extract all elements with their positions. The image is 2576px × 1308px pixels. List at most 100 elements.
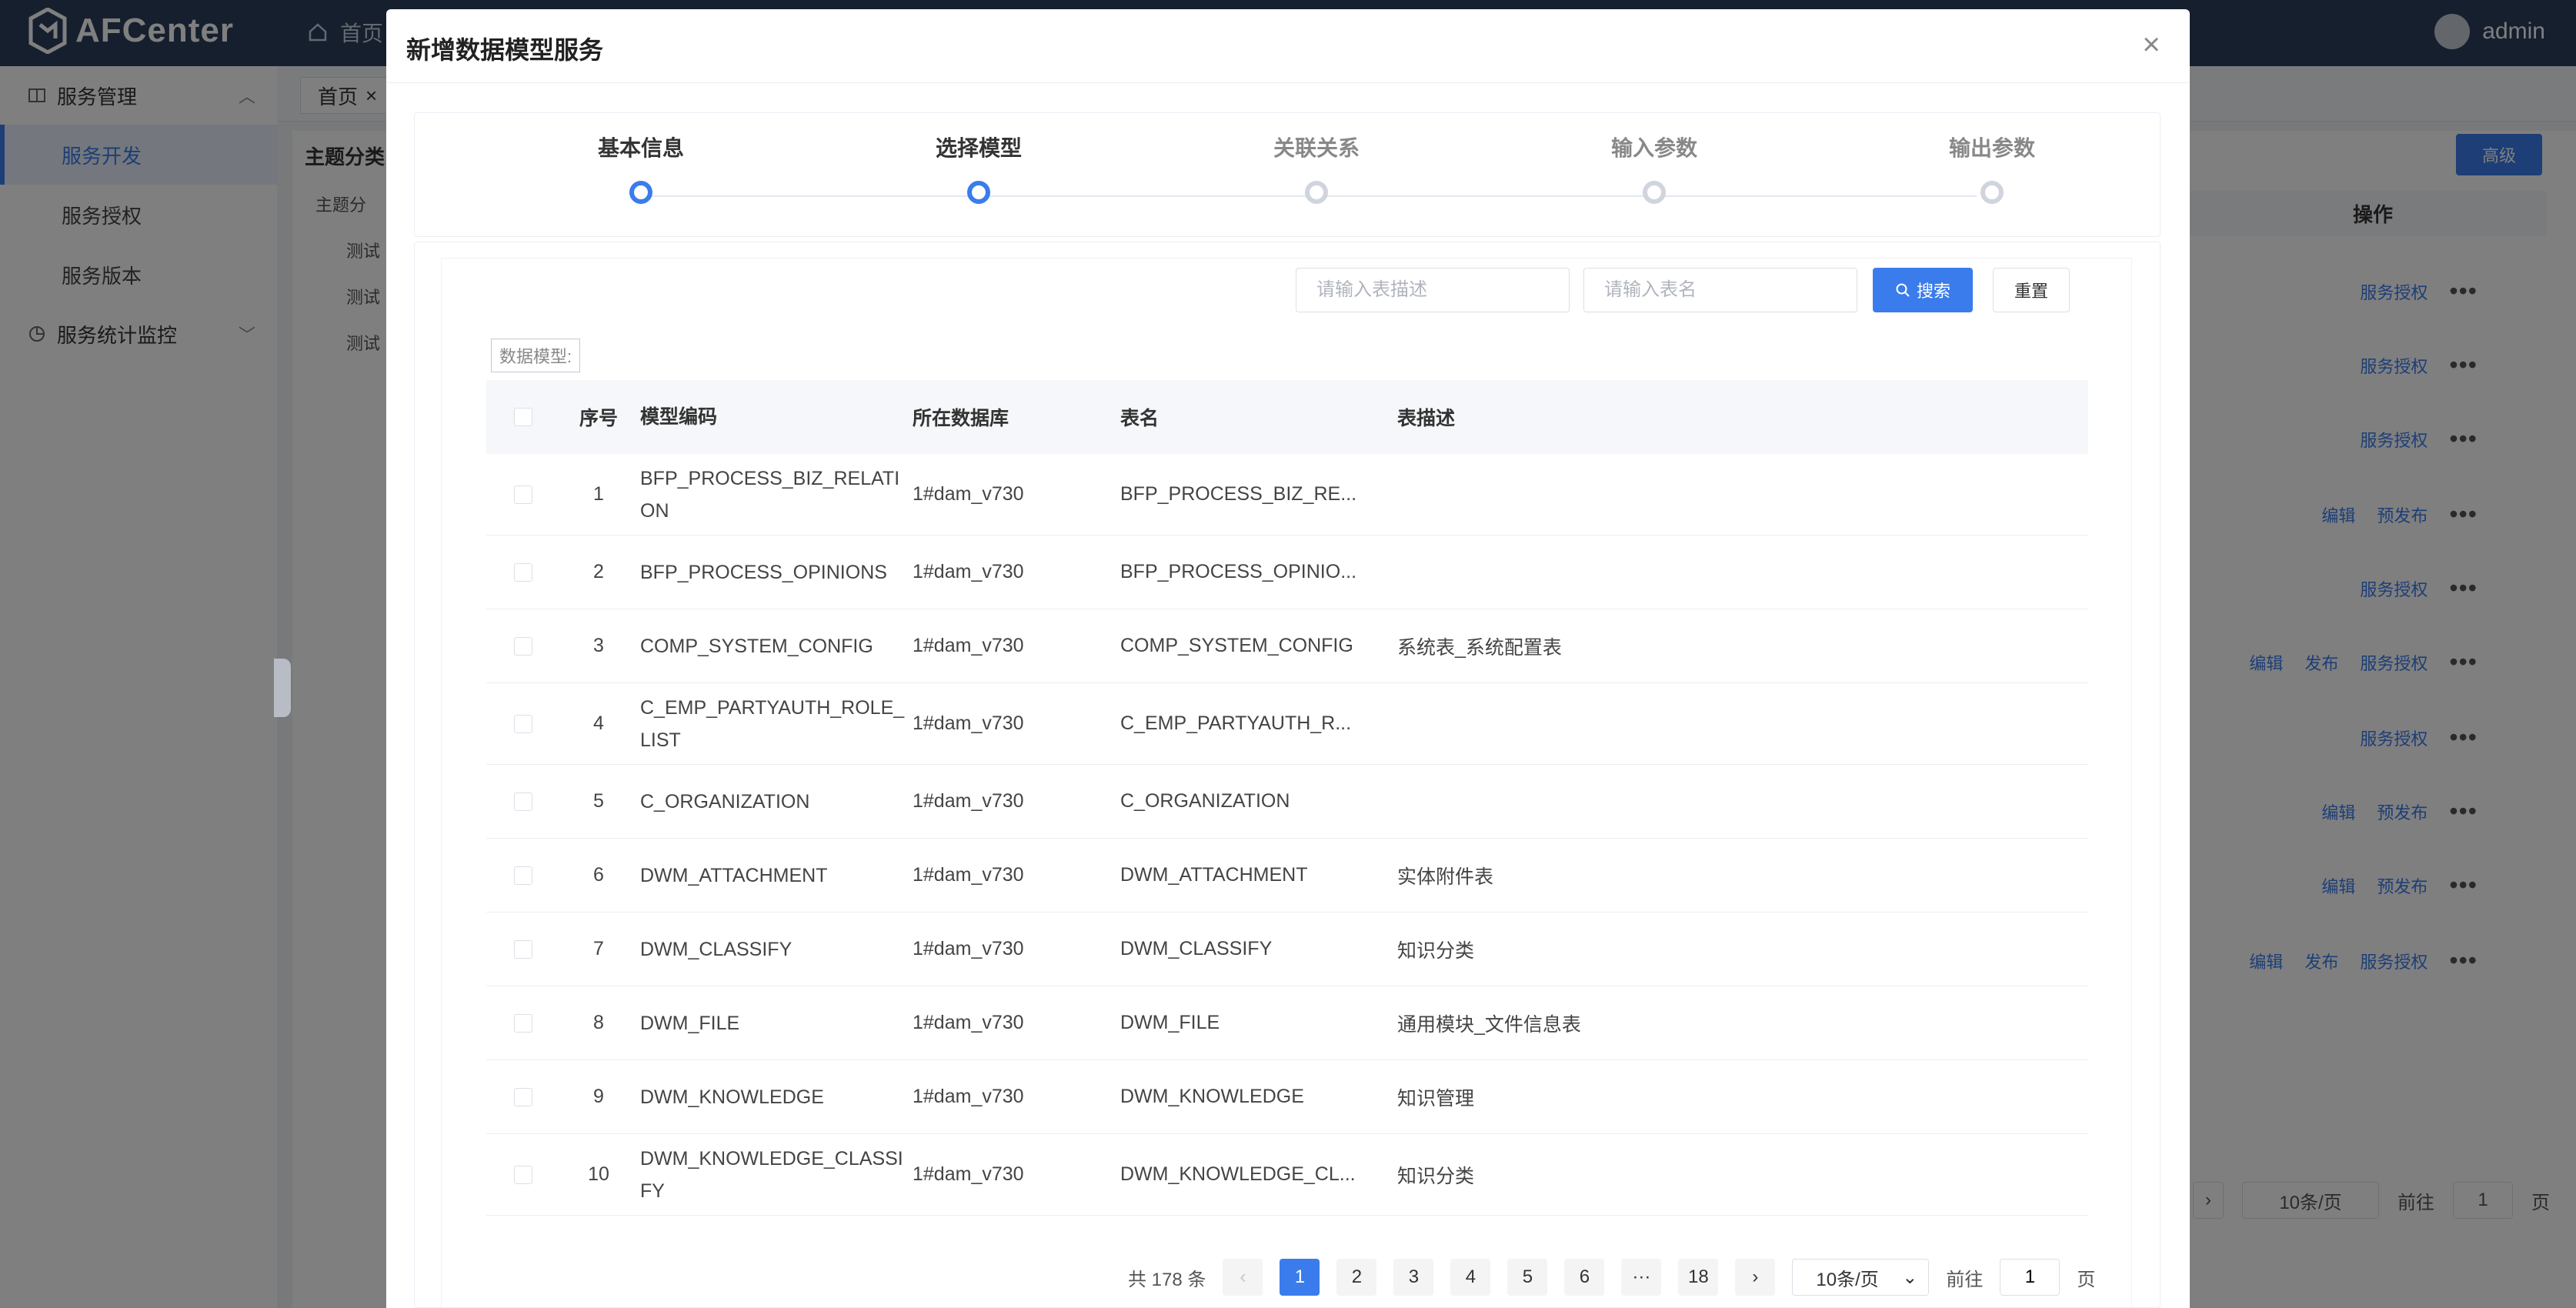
step-dot — [629, 181, 652, 204]
sidebar-collapse-handle[interactable] — [274, 659, 291, 717]
row-checkbox[interactable] — [514, 714, 532, 733]
close-icon[interactable]: × — [2136, 29, 2167, 60]
step-label: 选择模型 — [935, 136, 1022, 160]
cell-model-code: C_EMP_PARTYAUTH_ROLE_LIST — [640, 696, 905, 751]
search-button[interactable]: 搜索 — [1873, 268, 1973, 312]
row-checkbox-cell — [486, 714, 560, 733]
table-header: 序号 模型编码 所在数据库 表名 表描述 — [486, 380, 2088, 454]
cell-database: 1#dam_v730 — [913, 1163, 1024, 1185]
model-table: 序号 模型编码 所在数据库 表名 表描述 1 BFP_PROCESS_BIZ_RE… — [486, 380, 2088, 1216]
page-button[interactable]: 18 — [1678, 1259, 1719, 1296]
page-size-value: 10条/页 — [1816, 1269, 1879, 1290]
header-index: 序号 — [579, 408, 618, 429]
row-checkbox[interactable] — [514, 485, 532, 504]
row-checkbox[interactable] — [514, 636, 532, 656]
cell-model-code: DWM_CLASSIFY — [640, 938, 792, 960]
step-dot — [1643, 181, 1666, 204]
table-name-search-input[interactable] — [1583, 268, 1857, 312]
cell-index: 7 — [593, 938, 604, 959]
table-row[interactable]: 7 DWM_CLASSIFY 1#dam_v730 DWM_CLASSIFY 知识分类 — [486, 913, 2088, 986]
select-all-checkbox[interactable] — [514, 408, 532, 426]
table-desc-search-input[interactable] — [1296, 268, 1570, 312]
row-checkbox[interactable] — [514, 1013, 532, 1033]
goto-page-input[interactable] — [2000, 1259, 2060, 1296]
step-output-params: 输出参数 — [1877, 113, 2107, 204]
table-row[interactable]: 5 C_ORGANIZATION 1#dam_v730 C_ORGANIZATION — [486, 765, 2088, 839]
dialog-header: 新增数据模型服务 × — [386, 9, 2190, 83]
cell-table-name: C_ORGANIZATION — [1120, 790, 1290, 812]
page-button[interactable]: 5 — [1507, 1259, 1548, 1296]
cell-database: 1#dam_v730 — [913, 1086, 1024, 1107]
row-checkbox[interactable] — [514, 866, 532, 885]
cell-table-name: BFP_PROCESS_OPINIO... — [1120, 561, 1357, 582]
more-pages-button[interactable]: ··· — [1621, 1259, 1662, 1296]
cell-database: 1#dam_v730 — [913, 864, 1024, 886]
search-icon — [1896, 283, 1910, 297]
cell-database: 1#dam_v730 — [913, 938, 1024, 959]
cell-database: 1#dam_v730 — [913, 635, 1024, 656]
table-row[interactable]: 8 DWM_FILE 1#dam_v730 DWM_FILE 通用模块_文件信息表 — [486, 986, 2088, 1060]
cell-table-desc: 知识管理 — [1397, 1087, 1475, 1109]
step-label: 基本信息 — [597, 136, 684, 160]
page-button[interactable]: 1 — [1280, 1259, 1320, 1296]
pagination: 共 178 条 ‹ 123456 ··· 18 › 10条/页 ⌄ 前往 页 — [1128, 1259, 2095, 1296]
row-checkbox[interactable] — [514, 939, 532, 959]
row-checkbox[interactable] — [514, 1087, 532, 1106]
row-checkbox-cell — [486, 792, 560, 811]
reset-button[interactable]: 重置 — [1993, 268, 2070, 312]
cell-model-code: BFP_PROCESS_BIZ_RELATION — [640, 467, 900, 522]
table-row[interactable]: 10 DWM_KNOWLEDGE_CLASSIFY 1#dam_v730 DWM_KN… — [486, 1134, 2088, 1216]
step-label: 关联关系 — [1273, 136, 1360, 160]
header-database: 所在数据库 — [913, 408, 1009, 429]
cell-database: 1#dam_v730 — [913, 561, 1024, 582]
header-table-desc: 表描述 — [1397, 408, 1456, 429]
row-checkbox[interactable] — [514, 562, 532, 582]
page-button[interactable]: 3 — [1393, 1259, 1434, 1296]
cell-table-name: DWM_KNOWLEDGE_CL... — [1120, 1163, 1356, 1185]
search-button-label: 搜索 — [1916, 282, 1950, 301]
row-checkbox[interactable] — [514, 792, 532, 811]
row-checkbox-cell — [486, 1013, 560, 1033]
cell-table-name: DWM_FILE — [1120, 1012, 1220, 1033]
header-checkbox-cell — [486, 408, 560, 426]
table-row[interactable]: 3 COMP_SYSTEM_CONFIG 1#dam_v730 COMP_SYSTEM… — [486, 609, 2088, 683]
total-count: 共 178 条 — [1128, 1269, 1206, 1290]
table-row[interactable]: 2 BFP_PROCESS_OPINIONS 1#dam_v730 BFP_PROCE… — [486, 536, 2088, 609]
data-model-tag[interactable]: 数据模型: — [491, 339, 581, 372]
table-body: 1 BFP_PROCESS_BIZ_RELATION 1#dam_v730 BFP_P… — [486, 454, 2088, 1216]
row-checkbox[interactable] — [514, 1165, 532, 1184]
header-table-name: 表名 — [1120, 408, 1160, 429]
prev-page-button[interactable]: ‹ — [1223, 1259, 1263, 1296]
row-checkbox-cell — [486, 636, 560, 656]
steps-bar: 基本信息 选择模型 关联关系 输入参数 输出参数 — [414, 112, 2161, 237]
step-input-params: 输入参数 — [1539, 113, 1770, 204]
cell-index: 9 — [593, 1086, 604, 1107]
cell-table-name: BFP_PROCESS_BIZ_RE... — [1120, 483, 1357, 505]
page-unit: 页 — [2077, 1269, 2096, 1290]
table-row[interactable]: 6 DWM_ATTACHMENT 1#dam_v730 DWM_ATTACHMENT 实… — [486, 839, 2088, 913]
row-checkbox-cell — [486, 1165, 560, 1184]
cell-index: 8 — [593, 1012, 604, 1033]
page-button[interactable]: 2 — [1336, 1259, 1377, 1296]
row-checkbox-cell — [486, 939, 560, 959]
table-row[interactable]: 1 BFP_PROCESS_BIZ_RELATION 1#dam_v730 BFP_P… — [486, 454, 2088, 536]
page-size-select[interactable]: 10条/页 ⌄ — [1792, 1259, 1930, 1296]
cell-database: 1#dam_v730 — [913, 1012, 1024, 1033]
cell-model-code: COMP_SYSTEM_CONFIG — [640, 635, 873, 657]
table-row[interactable]: 9 DWM_KNOWLEDGE 1#dam_v730 DWM_KNOWLEDGE 知识管… — [486, 1060, 2088, 1134]
step-dot — [1980, 181, 2004, 204]
table-row[interactable]: 4 C_EMP_PARTYAUTH_ROLE_LIST 1#dam_v730 C_EM… — [486, 683, 2088, 765]
row-checkbox-cell — [486, 866, 560, 885]
cell-index: 10 — [588, 1163, 609, 1185]
cell-index: 2 — [593, 561, 604, 582]
step-dot — [1305, 181, 1328, 204]
cell-index: 1 — [593, 483, 604, 505]
page-button[interactable]: 4 — [1450, 1259, 1491, 1296]
cell-index: 5 — [593, 790, 604, 812]
page-button[interactable]: 6 — [1564, 1259, 1605, 1296]
row-checkbox-cell — [486, 562, 560, 582]
chevron-down-icon: ⌄ — [1902, 1266, 1918, 1288]
next-page-button[interactable]: › — [1735, 1259, 1776, 1296]
step-relation: 关联关系 — [1201, 113, 1432, 204]
step-dot — [967, 181, 990, 204]
